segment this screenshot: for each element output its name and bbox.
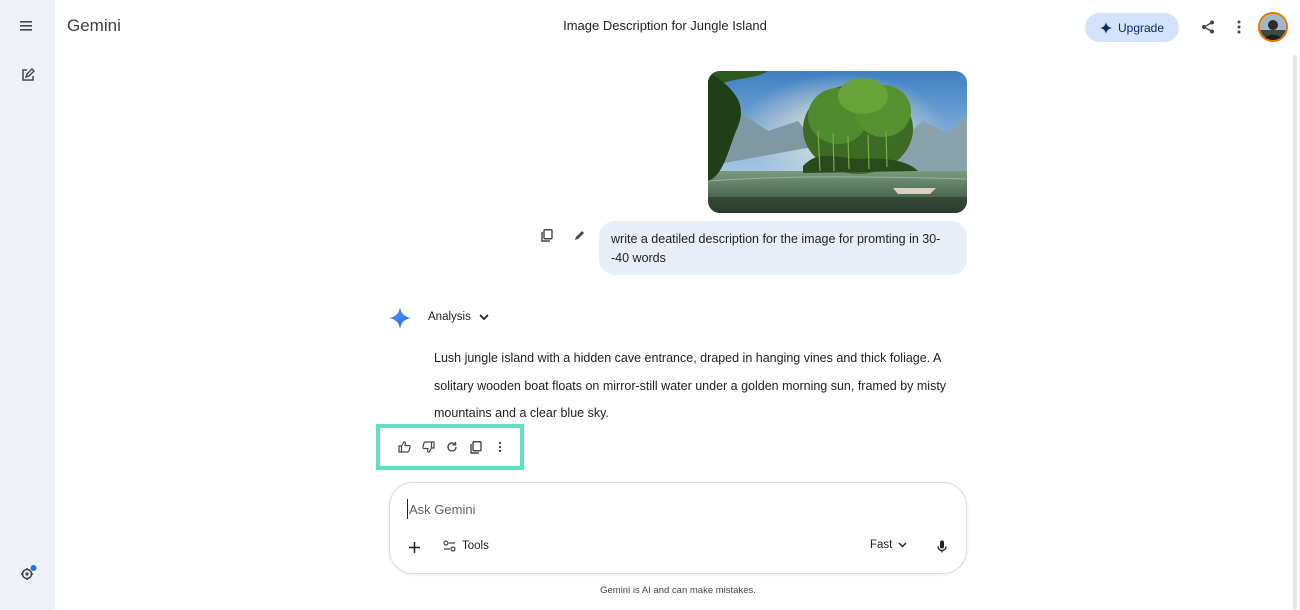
- model-response: Lush jungle island with a hidden cave en…: [434, 351, 947, 420]
- thumbs-up-button[interactable]: [394, 437, 414, 457]
- edit-prompt-button[interactable]: [566, 221, 594, 249]
- jungle-island-image: [708, 71, 967, 213]
- chevron-down-icon: [479, 313, 489, 320]
- regenerate-button[interactable]: [442, 437, 462, 457]
- user-prompt-bubble: write a deatiled description for the ima…: [599, 221, 967, 275]
- model-label: Fast: [870, 539, 893, 551]
- disclaimer: Gemini is AI and can make mistakes.: [600, 585, 756, 596]
- pencil-icon: [575, 231, 584, 240]
- analysis-label: Analysis: [428, 311, 471, 323]
- spark-small-icon: [1099, 21, 1112, 34]
- more-vert-icon: [498, 441, 502, 453]
- settings-button[interactable]: [14, 559, 42, 587]
- more-options-button[interactable]: [1225, 13, 1253, 41]
- avatar-image: [1260, 14, 1286, 40]
- share-button[interactable]: [1194, 13, 1222, 41]
- plus-icon: [408, 541, 420, 553]
- gear-icon: [21, 565, 37, 580]
- upgrade-button[interactable]: Upgrade: [1085, 13, 1179, 42]
- microphone-button[interactable]: [928, 532, 956, 560]
- add-attachment-button[interactable]: [400, 533, 428, 561]
- uploaded-image[interactable]: [708, 71, 967, 213]
- tools-button[interactable]: Tools: [443, 540, 489, 552]
- share-icon: [1202, 20, 1214, 34]
- scrollbar[interactable]: [1293, 55, 1297, 610]
- more-vert-icon: [1237, 20, 1241, 34]
- thumbs-up-icon: [397, 441, 411, 453]
- refresh-icon: [447, 441, 457, 452]
- copy-response-button[interactable]: [466, 437, 486, 457]
- sidebar: [0, 0, 55, 610]
- chevron-down-icon: [898, 542, 907, 548]
- edit-icon: [22, 68, 35, 81]
- mic-icon: [937, 540, 947, 552]
- upgrade-label: Upgrade: [1117, 20, 1165, 35]
- avatar[interactable]: [1258, 12, 1288, 42]
- prompt-composer: Tools Fast: [389, 482, 967, 574]
- response-actions: [376, 424, 524, 470]
- tools-label: Tools: [462, 540, 489, 552]
- tools-icon: [443, 540, 456, 552]
- copy-prompt-button[interactable]: [533, 221, 561, 249]
- copy-icon: [541, 228, 553, 242]
- copy-icon: [470, 440, 482, 454]
- analysis-toggle[interactable]: Analysis: [428, 311, 489, 323]
- thumbs-down-button[interactable]: [418, 437, 438, 457]
- more-response-options-button[interactable]: [490, 437, 510, 457]
- gemini-spark-icon: [389, 307, 411, 329]
- model-selector[interactable]: Fast: [870, 539, 907, 551]
- new-chat-button[interactable]: [14, 61, 42, 89]
- ask-gemini-input[interactable]: [407, 499, 907, 519]
- thumbs-down-icon: [421, 441, 435, 453]
